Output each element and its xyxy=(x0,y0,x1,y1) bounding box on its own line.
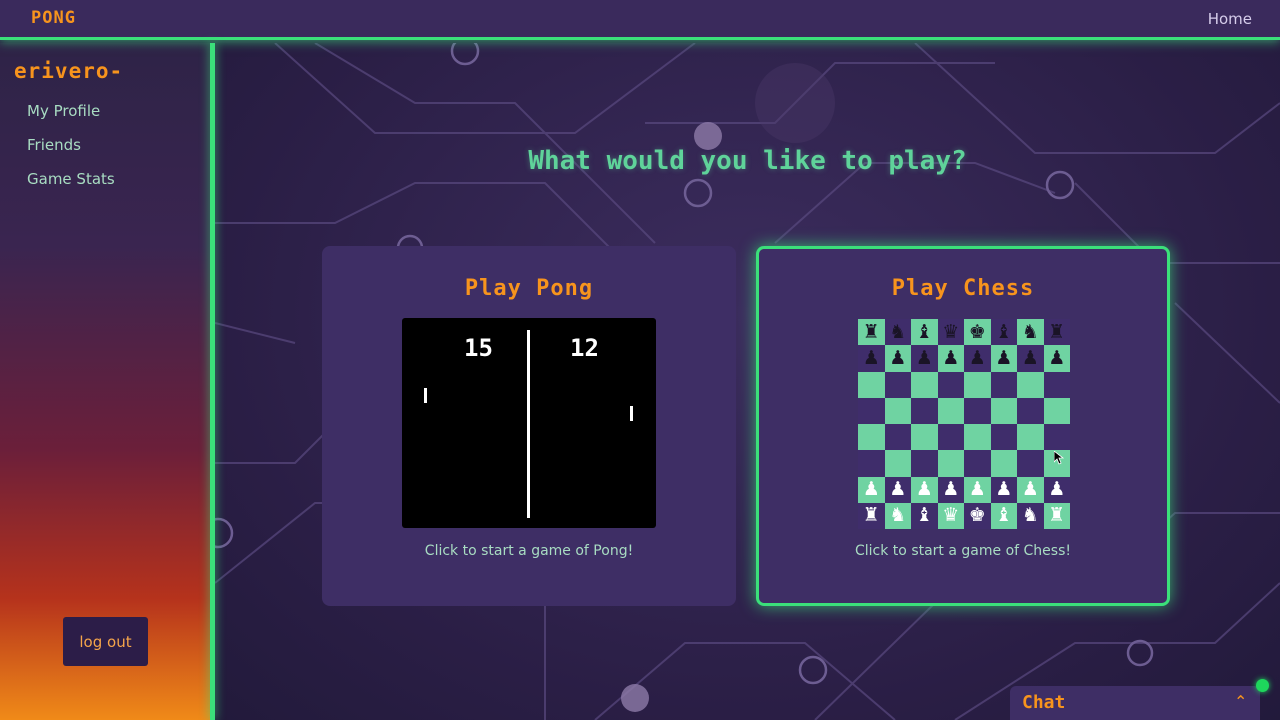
chess-square xyxy=(858,450,885,477)
chess-piece-icon: ♜ xyxy=(858,319,885,346)
play-chess-card[interactable]: Play Chess ♜ ♞ ♝ ♛ ♚ ♝ ♞ ♜ ♟ ♟ ♟ ♟ ♟ ♟ ♟ ♟ ♟ ♟ ♟ ♟ ♟ ♟ ♟ ♟ ♜ ♞ ♝ ♛ ♚… xyxy=(756,246,1170,606)
pong-paddle-right xyxy=(630,406,633,421)
chess-square xyxy=(1017,371,1044,398)
chess-piece-icon: ♟ xyxy=(911,345,938,372)
chess-piece-icon: ♞ xyxy=(1017,319,1044,346)
chess-square xyxy=(990,450,1017,477)
sidebar-nav: My Profile Friends Game Stats xyxy=(27,101,115,203)
chess-piece-icon: ♟ xyxy=(990,476,1017,503)
chat-panel-toggle[interactable]: Chat ⌃ xyxy=(1010,686,1260,720)
chess-square xyxy=(937,424,964,451)
chess-square xyxy=(1017,450,1044,477)
chess-piece-icon: ♛ xyxy=(937,319,964,346)
sidebar-item-my-profile[interactable]: My Profile xyxy=(27,101,115,135)
chess-piece-icon: ♜ xyxy=(1043,319,1070,346)
pong-preview-image: 15 12 xyxy=(402,318,656,528)
chess-piece-icon: ♟ xyxy=(937,345,964,372)
chess-square xyxy=(937,371,964,398)
chess-square xyxy=(1017,397,1044,424)
chess-piece-icon: ♟ xyxy=(990,345,1017,372)
online-status-indicator xyxy=(1256,679,1269,692)
chess-square xyxy=(937,450,964,477)
chess-piece-icon: ♟ xyxy=(937,476,964,503)
chess-piece-icon: ♝ xyxy=(911,502,938,529)
chess-piece-icon: ♚ xyxy=(964,319,991,346)
chess-piece-icon: ♟ xyxy=(1017,345,1044,372)
sidebar-item-game-stats[interactable]: Game Stats xyxy=(27,169,115,203)
chess-square xyxy=(1017,424,1044,451)
chess-piece-icon: ♟ xyxy=(858,476,885,503)
play-pong-description: Click to start a game of Pong! xyxy=(424,543,634,559)
chess-square xyxy=(964,450,991,477)
chess-piece-icon: ♟ xyxy=(964,345,991,372)
play-pong-title: Play Pong xyxy=(464,276,594,301)
chess-square xyxy=(911,397,938,424)
top-navbar: PONG Home xyxy=(0,0,1280,40)
chess-square xyxy=(964,424,991,451)
chess-square xyxy=(1043,397,1070,424)
chess-piece-icon: ♚ xyxy=(964,502,991,529)
sidebar-item-friends[interactable]: Friends xyxy=(27,135,115,169)
chess-square xyxy=(990,397,1017,424)
chess-square xyxy=(884,371,911,398)
chess-piece-icon: ♟ xyxy=(1043,476,1070,503)
chess-square xyxy=(911,424,938,451)
sidebar-username: erivero- xyxy=(14,59,124,83)
chess-piece-icon: ♟ xyxy=(1017,476,1044,503)
play-chess-description: Click to start a game of Chess! xyxy=(855,543,1071,559)
chess-square xyxy=(964,371,991,398)
logout-button[interactable]: log out xyxy=(63,617,148,666)
chess-square xyxy=(858,424,885,451)
chess-square xyxy=(990,371,1017,398)
brand-logo[interactable]: PONG xyxy=(31,8,76,28)
chess-square xyxy=(1043,424,1070,451)
sidebar: erivero- My Profile Friends Game Stats l… xyxy=(0,43,212,720)
pong-paddle-left xyxy=(424,388,427,403)
chess-square xyxy=(937,397,964,424)
chess-piece-icon: ♞ xyxy=(884,319,911,346)
chess-piece-icon: ♟ xyxy=(964,476,991,503)
chess-piece-icon: ♜ xyxy=(1043,502,1070,529)
chess-square xyxy=(884,424,911,451)
chess-preview-board: ♜ ♞ ♝ ♛ ♚ ♝ ♞ ♜ ♟ ♟ ♟ ♟ ♟ ♟ ♟ ♟ ♟ ♟ ♟ ♟ ♟ ♟ ♟ ♟ ♜ ♞ ♝ ♛ ♚ ♝ ♞ ♜ xyxy=(858,319,1070,529)
chess-square xyxy=(911,450,938,477)
chess-square xyxy=(884,450,911,477)
play-chess-title: Play Chess xyxy=(891,276,1035,301)
chess-square xyxy=(990,424,1017,451)
mouse-cursor-icon xyxy=(1054,451,1064,465)
chat-label: Chat xyxy=(1022,692,1066,713)
chess-piece-icon: ♛ xyxy=(937,502,964,529)
pong-score-left: 15 xyxy=(464,334,493,362)
pong-score-right: 12 xyxy=(570,334,599,362)
chess-piece-icon: ♟ xyxy=(884,345,911,372)
chess-piece-icon: ♜ xyxy=(858,502,885,529)
chevron-up-icon[interactable]: ⌃ xyxy=(1234,692,1247,711)
chess-piece-icon: ♞ xyxy=(1017,502,1044,529)
chess-square xyxy=(964,397,991,424)
chess-piece-icon: ♞ xyxy=(884,502,911,529)
chess-piece-icon: ♟ xyxy=(858,345,885,372)
chess-square xyxy=(911,371,938,398)
chess-square xyxy=(858,371,885,398)
chess-square xyxy=(1043,371,1070,398)
chess-piece-icon: ♟ xyxy=(884,476,911,503)
sidebar-divider xyxy=(210,43,215,720)
pong-net xyxy=(527,330,530,518)
page-title: What would you like to play? xyxy=(528,146,967,176)
home-link[interactable]: Home xyxy=(1208,10,1252,28)
chess-piece-icon: ♝ xyxy=(990,319,1017,346)
chess-piece-icon: ♝ xyxy=(990,502,1017,529)
play-pong-card[interactable]: Play Pong 15 12 Click to start a game of… xyxy=(322,246,736,606)
main-content: What would you like to play? Play Pong 1… xyxy=(215,43,1280,720)
chess-square xyxy=(884,397,911,424)
chess-piece-icon: ♟ xyxy=(911,476,938,503)
chess-piece-icon: ♝ xyxy=(911,319,938,346)
chess-square xyxy=(858,397,885,424)
chess-piece-icon: ♟ xyxy=(1043,345,1070,372)
